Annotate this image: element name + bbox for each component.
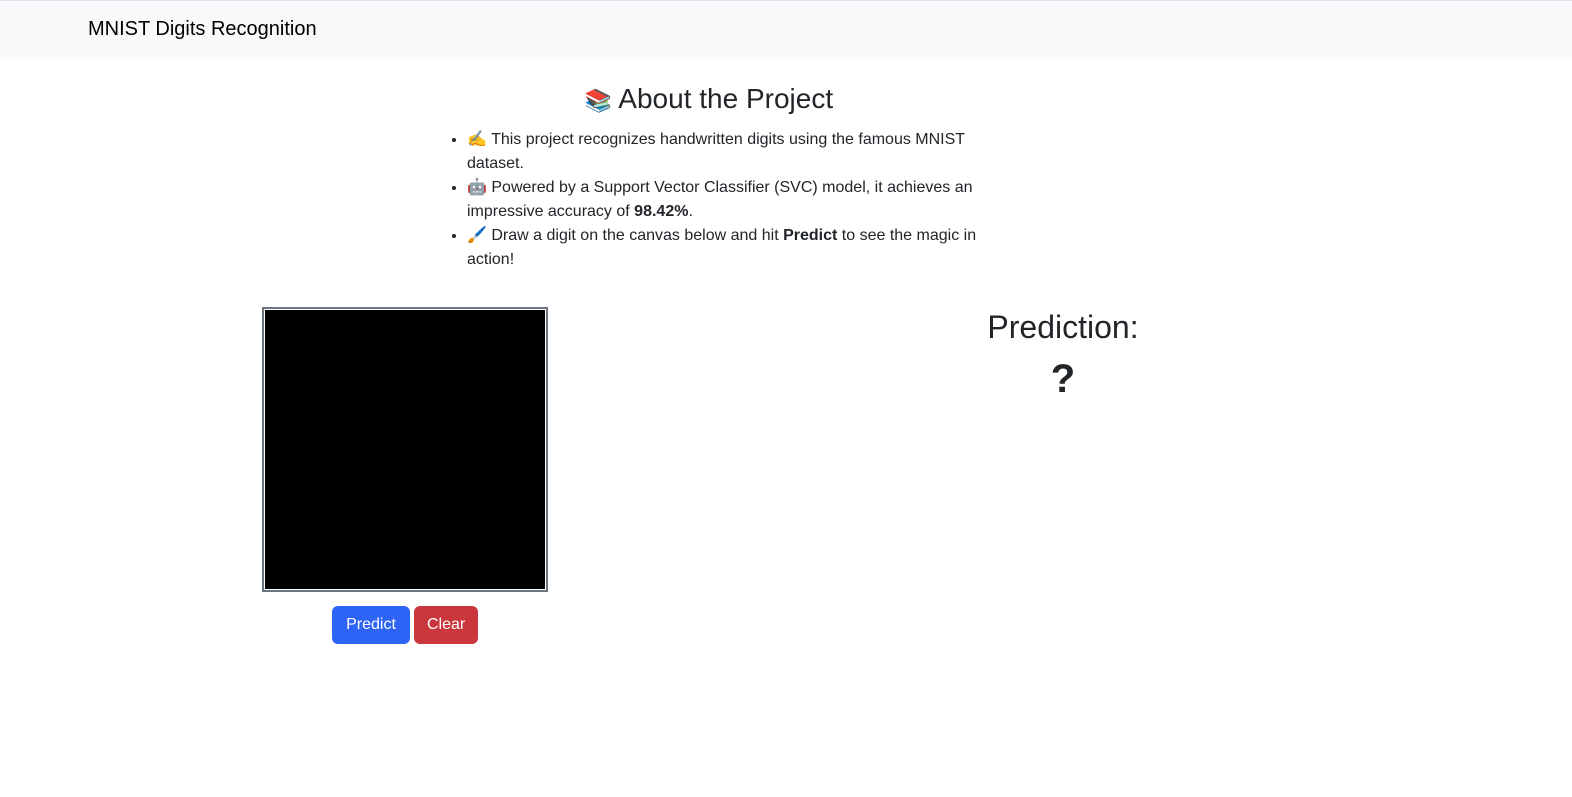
prediction-panel: Prediction: ? [963, 305, 1163, 403]
paintbrush-icon: 🖌️ [467, 227, 487, 244]
list-item: 🤖 Powered by a Support Vector Classifier… [467, 176, 997, 224]
list-item-text: Draw a digit on the canvas below and hit [491, 227, 784, 244]
list-item-text-end: . [688, 203, 693, 220]
clear-button[interactable]: Clear [414, 606, 478, 644]
predict-emphasis: Predict [783, 227, 838, 244]
prediction-value: ? [1050, 357, 1076, 401]
about-section: 📚About the Project ✍️ This project recog… [440, 80, 1030, 272]
accuracy-value: 98.42% [634, 203, 689, 220]
about-list: ✍️ This project recognizes handwritten d… [440, 128, 997, 272]
drawing-canvas-frame [262, 307, 548, 592]
navbar: MNIST Digits Recognition [0, 0, 1572, 57]
books-icon: 📚 [584, 88, 613, 113]
predict-button[interactable]: Predict [332, 606, 410, 644]
about-title: 📚 About the Project [414, 80, 1004, 120]
about-title-text: About the Project [618, 83, 834, 114]
list-item: ✍️ This project recognizes handwritten d… [467, 128, 997, 176]
list-item-text: This project recognizes handwritten digi… [467, 131, 965, 172]
drawing-canvas[interactable] [265, 310, 545, 589]
navbar-brand[interactable]: MNIST Digits Recognition [88, 18, 317, 41]
writing-hand-icon: ✍️ [467, 131, 487, 148]
prediction-title: Prediction: [987, 309, 1139, 345]
robot-icon: 🤖 [467, 179, 487, 196]
list-item-text: Powered by a Support Vector Classifier (… [467, 179, 973, 220]
list-item: 🖌️ Draw a digit on the canvas below and … [467, 224, 997, 272]
